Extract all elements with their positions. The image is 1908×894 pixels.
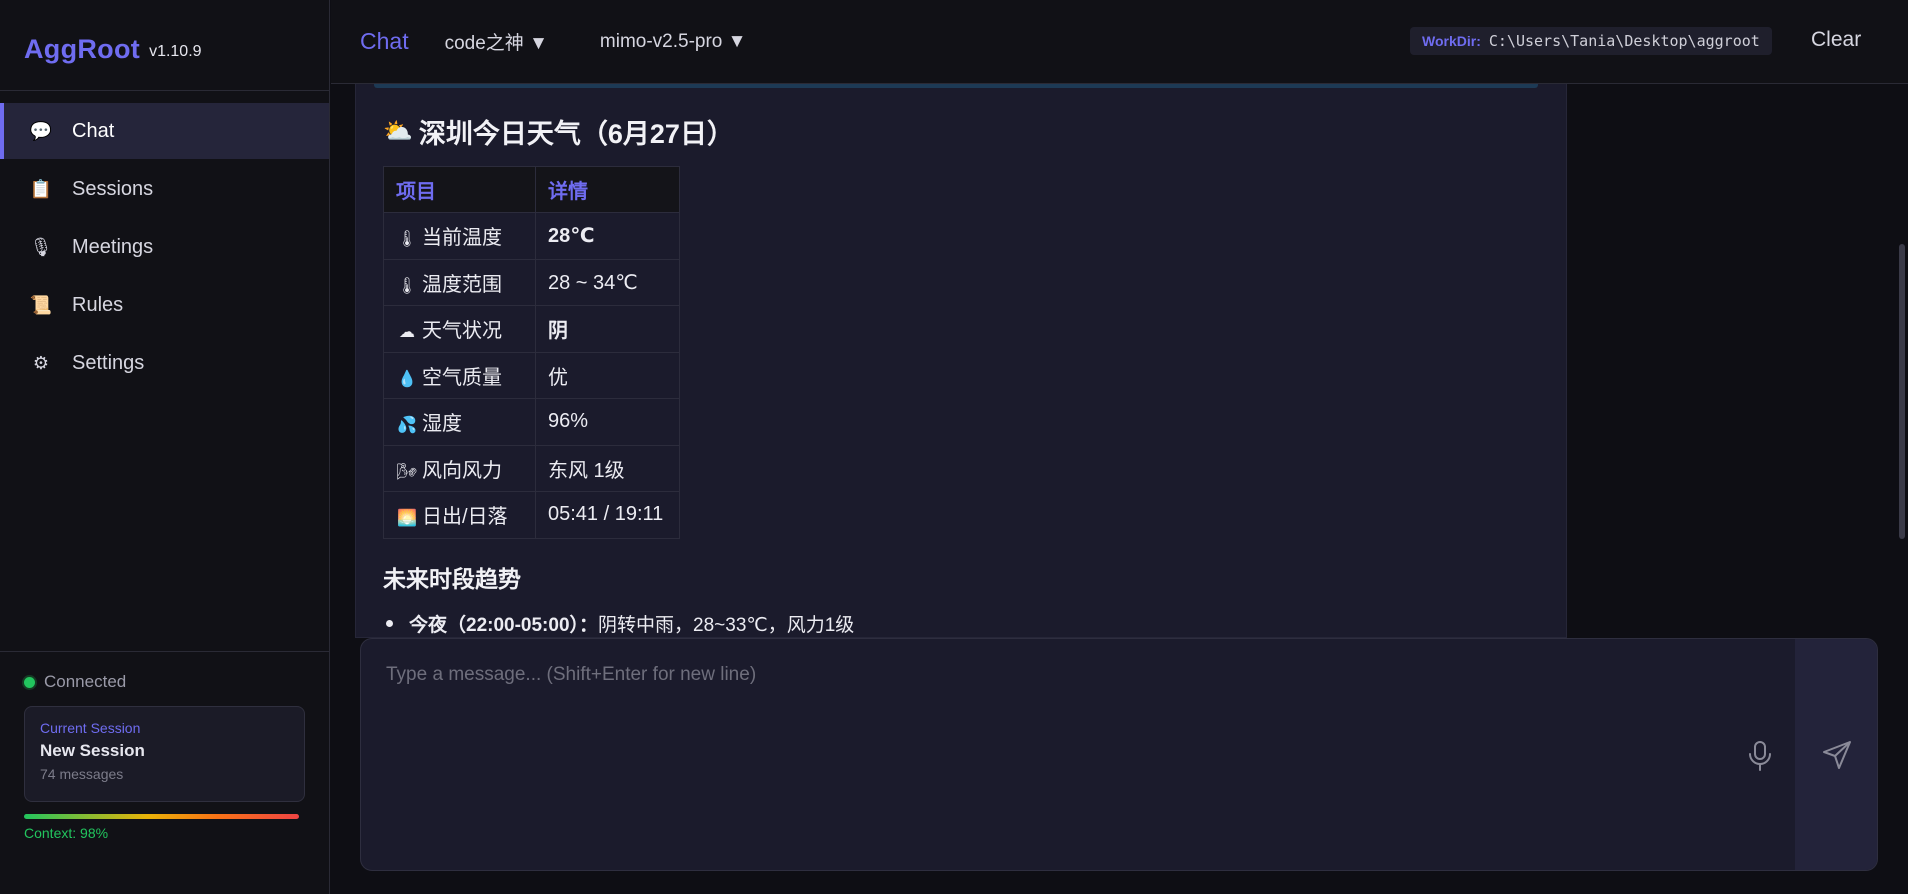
row-label-text: 当前温度 [422,227,502,250]
column-header: 项目 [383,166,536,213]
sun-behind-cloud-icon: ⛅ [383,118,413,145]
workdir-label: WorkDir: [1422,33,1481,49]
scroll-icon: 📜 [29,294,53,315]
session-message-count: 74 messages [40,766,124,782]
context-usage-bar [24,814,299,819]
sidebar-footer: Connected Current Session New Session 74… [0,651,329,841]
sidebar-nav: 💬 Chat 📋 Sessions 🎙 Meetings 📜 Rules ⚙ S… [0,91,329,391]
row-label: 🌅 日出/日落 [383,491,536,539]
column-header: 详情 [535,166,680,213]
row-value: 东风 1级 [535,444,680,492]
connection-label: Connected [44,672,127,691]
trend-detail: 阴转中雨，28~33℃，风力1级 [598,615,855,636]
workdir-badge[interactable]: WorkDir: C:\Users\Tania\Desktop\aggroot [1410,27,1772,55]
table-row: 💦 湿度 96% [383,398,680,446]
send-icon [1823,741,1851,769]
sunrise-icon: 🌅 [397,510,417,528]
row-label-text: 风向风力 [422,459,502,482]
session-card-label: Current Session [40,720,141,736]
sidebar: AggRoot v1.10.9 💬 Chat 📋 Sessions 🎙 Meet… [0,0,330,894]
weather-table: 项目 详情 🌡 当前温度 28℃ 🌡 温度范围 28 ~ 34℃ ☁ 天气状况 阴 [383,166,680,539]
gear-icon: ⚙ [32,352,50,373]
row-label: 💧 空气质量 [383,351,536,399]
agent-select[interactable]: code之神 ▼ [445,28,548,55]
previous-block-edge [374,84,1538,88]
table-row: 💧 空气质量 优 [383,351,680,399]
row-label: 🌬 风向风力 [383,444,536,492]
connection-status: Connected [24,672,305,692]
message-input[interactable] [361,639,1795,870]
assistant-message: ⛅ 深圳今日天气（6月27日） 项目 详情 🌡 当前温度 28℃ 🌡 温度范围 28… [355,84,1567,638]
table-row: ☁ 天气状况 阴 [383,305,680,353]
row-value: 28℃ [535,212,680,260]
sweat-droplets-icon: 💦 [397,417,417,435]
message-composer [360,638,1878,871]
thermometer-icon: 🌡 [396,231,418,249]
list-item: 今夜（22:00-05:00）： 阴转中雨，28~33℃，风力1级 [386,610,854,637]
table-row: 🌡 温度范围 28 ~ 34℃ [383,258,680,306]
app-version: v1.10.9 [149,43,202,60]
row-value: 阴 [535,305,680,353]
brand: AggRoot v1.10.9 [0,0,329,91]
row-label: 🌡 温度范围 [383,258,536,306]
sidebar-item-label: Chat [72,119,115,142]
clear-button[interactable]: Clear [1811,28,1861,52]
sidebar-item-label: Settings [72,351,145,374]
current-session-card[interactable]: Current Session New Session 74 messages [24,706,305,802]
page-title: Chat [360,28,409,54]
sidebar-item-label: Sessions [72,177,154,200]
droplet-icon: 💧 [397,370,417,388]
table-row: 🌬 风向风力 东风 1级 [383,444,680,492]
send-button[interactable] [1795,639,1877,870]
sidebar-item-settings[interactable]: ⚙ Settings [0,335,329,391]
row-value: 优 [535,351,680,399]
sidebar-item-chat[interactable]: 💬 Chat [0,103,329,159]
trend-heading: 未来时段趋势 [383,566,521,592]
wind-face-icon: 🌬 [396,463,418,481]
session-name: New Session [40,741,145,760]
chat-scrollbar[interactable] [1899,244,1905,539]
row-label-text: 日出/日落 [422,506,508,529]
app-name: AggRoot [24,33,141,64]
bullet-icon [386,620,393,627]
row-label: ☁ 天气状况 [383,305,536,353]
row-label: 🌡 当前温度 [383,212,536,260]
context-usage-label: Context: 98% [24,825,109,841]
thermometer-icon: 🌡 [396,277,418,295]
table-row: 🌡 当前温度 28℃ [383,212,680,260]
sidebar-item-rules[interactable]: 📜 Rules [0,277,329,333]
row-label-text: 湿度 [422,413,462,436]
weather-heading: ⛅ 深圳今日天气（6月27日） [383,112,734,151]
top-bar: Chat code之神 ▼ mimo-v2.5-pro ▼ WorkDir: C… [331,0,1908,84]
microphone-icon[interactable] [1745,739,1775,773]
row-value: 28 ~ 34℃ [535,258,680,306]
clipboard-icon: 📋 [29,178,53,199]
row-label-text: 温度范围 [422,273,502,296]
workdir-path: C:\Users\Tania\Desktop\aggroot [1488,32,1760,50]
sidebar-item-sessions[interactable]: 📋 Sessions [0,161,329,217]
row-label-text: 空气质量 [422,366,502,389]
sidebar-item-label: Meetings [72,235,154,258]
microphone-icon: 🎙 [29,236,53,257]
connected-dot-icon [24,676,35,688]
row-value: 05:41 / 19:11 [535,491,680,539]
sidebar-item-label: Rules [72,293,124,316]
chat-bubble-icon: 💬 [29,120,53,141]
model-select[interactable]: mimo-v2.5-pro ▼ [600,31,747,53]
row-label: 💦 湿度 [383,398,536,446]
row-label-text: 天气状况 [422,320,502,343]
row-value: 96% [535,398,680,446]
sidebar-item-meetings[interactable]: 🎙 Meetings [0,219,329,275]
cloud-icon: ☁ [399,324,415,342]
table-header-row: 项目 详情 [383,166,680,213]
weather-heading-text: 深圳今日天气（6月27日） [418,119,734,149]
chat-area: ⛅ 深圳今日天气（6月27日） 项目 详情 🌡 当前温度 28℃ 🌡 温度范围 28… [331,84,1908,894]
table-row: 🌅 日出/日落 05:41 / 19:11 [383,491,680,539]
trend-period: 今夜（22:00-05:00）： [409,615,599,636]
